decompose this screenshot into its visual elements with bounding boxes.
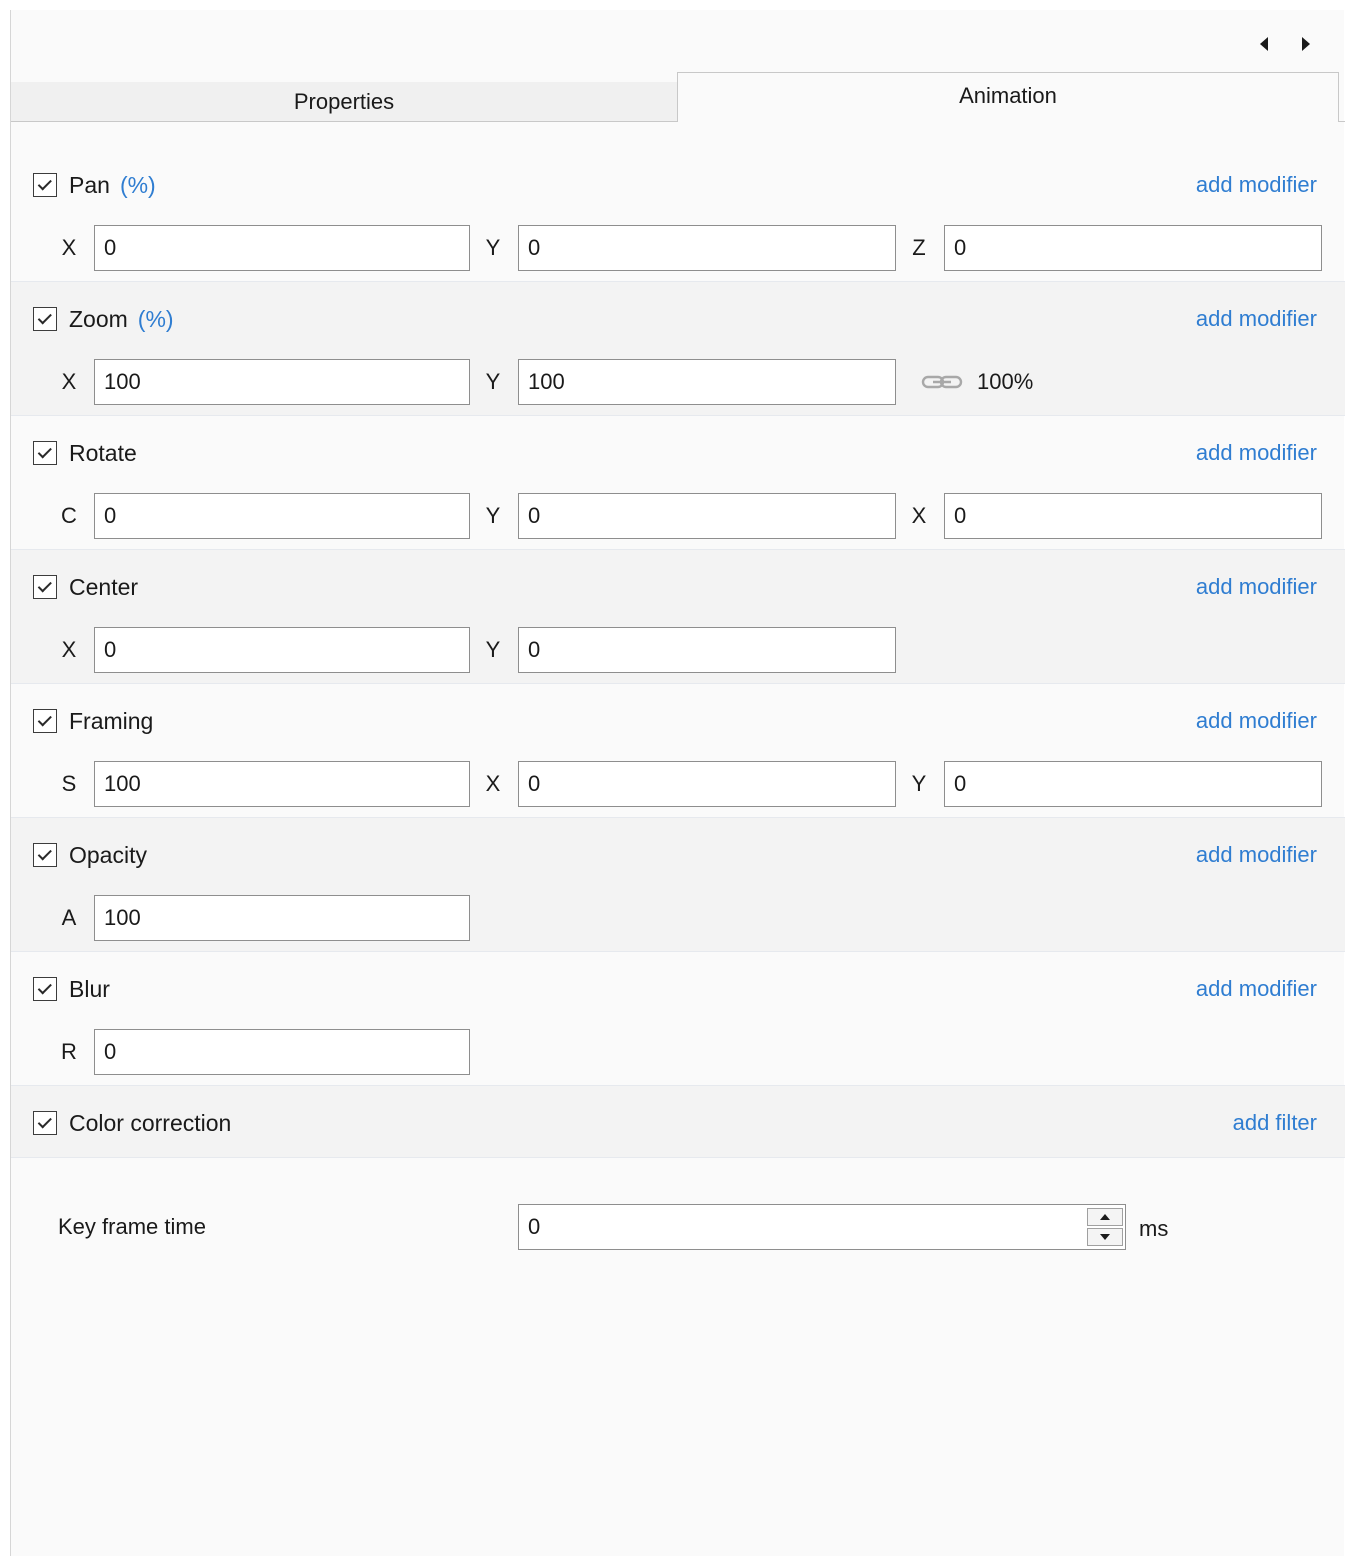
zoom-ratio: 100% [977, 369, 1034, 394]
add-modifier-link[interactable]: add modifier [1196, 708, 1317, 734]
checkmark-icon [37, 175, 52, 190]
field-label: X [61, 369, 77, 394]
tab-scroll-controls [1256, 34, 1314, 54]
tab-animation[interactable]: Animation [677, 72, 1339, 122]
section-title: Zoom [69, 305, 128, 332]
pan-x-input[interactable] [94, 225, 470, 271]
add-modifier-link[interactable]: add modifier [1196, 976, 1317, 1002]
unit-toggle[interactable]: (%) [120, 172, 156, 199]
zoom-x-input[interactable] [94, 359, 470, 405]
tab-properties[interactable]: Properties [11, 82, 677, 122]
framing-y-input[interactable] [944, 761, 1322, 807]
blur-checkbox[interactable] [33, 977, 57, 1001]
framing-x-input[interactable] [518, 761, 896, 807]
field-label: Y [485, 369, 501, 394]
caret-left-icon[interactable] [1256, 34, 1272, 54]
pan-z-input[interactable] [944, 225, 1322, 271]
section-title: Rotate [69, 439, 137, 466]
spin-up-icon[interactable] [1087, 1208, 1123, 1226]
animation-panel: Properties Animation Pan (%) add modifie… [10, 10, 1345, 1556]
caret-right-icon[interactable] [1298, 34, 1314, 54]
key-frame-time-input[interactable] [518, 1204, 1126, 1250]
section-framing: Framing add modifier S X Y [11, 684, 1345, 818]
field-label: X [911, 503, 927, 528]
section-title: Pan [69, 171, 110, 198]
zoom-checkbox[interactable] [33, 307, 57, 331]
spin-down-icon[interactable] [1087, 1228, 1123, 1246]
rotate-checkbox[interactable] [33, 441, 57, 465]
field-label: Y [485, 235, 501, 260]
opacity-a-input[interactable] [94, 895, 470, 941]
section-blur: Blur add modifier R [11, 952, 1345, 1086]
field-label: Z [912, 235, 926, 260]
section-title: Framing [69, 707, 154, 734]
add-modifier-link[interactable]: add modifier [1196, 842, 1317, 868]
chain-link-icon[interactable] [921, 373, 963, 391]
checkmark-icon [37, 979, 52, 994]
center-y-input[interactable] [518, 627, 896, 673]
field-label: A [61, 905, 77, 930]
section-zoom: Zoom (%) add modifier X Y 100% [11, 282, 1345, 416]
rotate-y-input[interactable] [518, 493, 896, 539]
section-title: Opacity [69, 841, 147, 868]
section-title: Center [69, 573, 139, 600]
pan-y-input[interactable] [518, 225, 896, 271]
section-center: Center add modifier X Y [11, 550, 1345, 684]
field-label: Y [485, 637, 501, 662]
key-frame-spinner [1087, 1208, 1123, 1246]
color-correction-checkbox[interactable] [33, 1111, 57, 1135]
field-label: Y [485, 503, 501, 528]
rotate-c-input[interactable] [94, 493, 470, 539]
center-checkbox[interactable] [33, 575, 57, 599]
checkmark-icon [37, 1113, 52, 1128]
section-opacity: Opacity add modifier A [11, 818, 1345, 952]
add-modifier-link[interactable]: add modifier [1196, 306, 1317, 332]
blur-r-input[interactable] [94, 1029, 470, 1075]
add-modifier-link[interactable]: add modifier [1196, 172, 1317, 198]
add-modifier-link[interactable]: add modifier [1196, 574, 1317, 600]
section-title: Color correction [69, 1109, 232, 1136]
unit-toggle[interactable]: (%) [138, 306, 174, 333]
section-title: Blur [69, 975, 110, 1002]
key-frame-unit: ms [1139, 1216, 1169, 1241]
key-frame-time-label: Key frame time [58, 1214, 206, 1239]
pan-checkbox[interactable] [33, 173, 57, 197]
checkmark-icon [37, 845, 52, 860]
field-label: Y [911, 771, 927, 796]
field-label: S [61, 771, 77, 796]
section-pan: Pan (%) add modifier X Y Z [11, 148, 1345, 282]
animation-sections: Pan (%) add modifier X Y Z Zoom (%) add … [11, 148, 1345, 1158]
section-rotate: Rotate add modifier C Y X [11, 416, 1345, 550]
framing-s-input[interactable] [94, 761, 470, 807]
tab-divider [1339, 121, 1345, 122]
opacity-checkbox[interactable] [33, 843, 57, 867]
section-color-correction: Color correction add filter [11, 1086, 1345, 1158]
field-label: R [61, 1039, 77, 1064]
add-filter-link[interactable]: add filter [1233, 1110, 1317, 1136]
checkmark-icon [37, 577, 52, 592]
checkmark-icon [37, 711, 52, 726]
rotate-x-input[interactable] [944, 493, 1322, 539]
checkmark-icon [37, 309, 52, 324]
tab-bar: Properties Animation [11, 72, 1345, 122]
field-label: X [61, 637, 77, 662]
checkmark-icon [37, 443, 52, 458]
field-label: X [61, 235, 77, 260]
zoom-y-input[interactable] [518, 359, 896, 405]
field-label: C [61, 503, 77, 528]
field-label: X [485, 771, 501, 796]
framing-checkbox[interactable] [33, 709, 57, 733]
add-modifier-link[interactable]: add modifier [1196, 440, 1317, 466]
center-x-input[interactable] [94, 627, 470, 673]
